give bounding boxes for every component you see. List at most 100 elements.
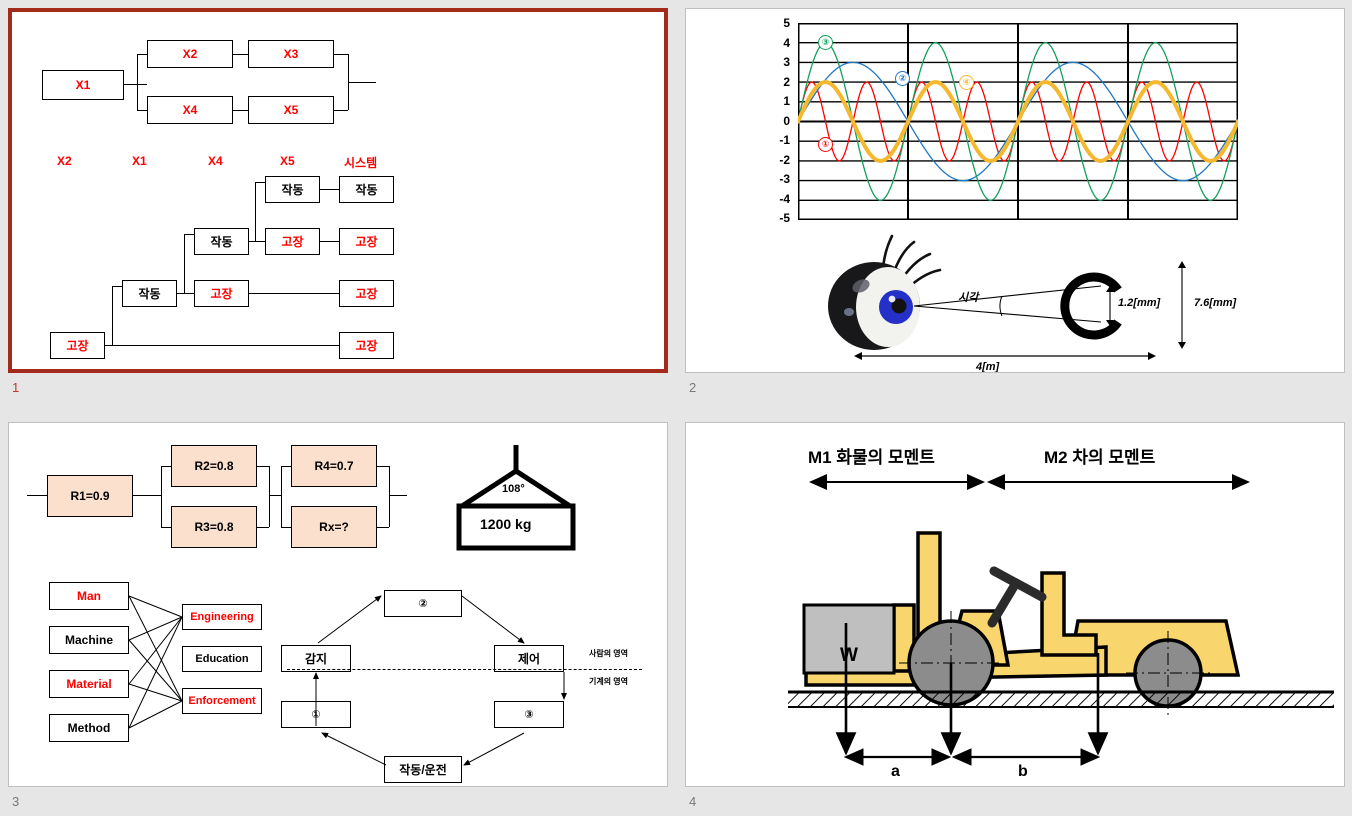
- tree-node-label: 고장: [66, 339, 89, 353]
- arrow-head: [854, 352, 862, 360]
- rbd3-wire: [257, 527, 269, 529]
- tree-edge: [320, 189, 339, 191]
- rbd3-wire: [161, 527, 171, 529]
- human-domain-label: 사람의 영역: [589, 649, 629, 658]
- y-tick: 5: [783, 16, 790, 30]
- slide-sorter-grid: X1 X2 X3 X4 X5 X2 X1 X4 X5 시스템 작동 작동 작동 …: [0, 0, 1352, 816]
- tree-node-label: 고장: [355, 339, 378, 353]
- fourm-label: Method: [67, 721, 111, 735]
- tree-node-x4-fail: 고장: [194, 280, 249, 307]
- y-tick: -2: [779, 152, 790, 167]
- rbd-wire: [233, 54, 248, 56]
- slide-thumbnail-3[interactable]: R1=0.9 R2=0.8 R3=0.8 R4=0.7 Rx=? 108° 12…: [8, 422, 668, 787]
- tree-edge: [249, 293, 339, 295]
- rbd3-wire: [281, 466, 291, 468]
- slide-thumbnail-4[interactable]: M1 화물의 모멘트 M2 차의 모멘트 W a b: [685, 422, 1345, 787]
- tree-edge: [112, 286, 114, 345]
- rbd3-block-label: R2=0.8: [194, 459, 234, 473]
- rbd-block-x2: X2: [147, 40, 233, 68]
- rbd3-wire: [377, 527, 389, 529]
- y-tick: 4: [783, 35, 790, 50]
- rbd3-wire: [269, 495, 281, 497]
- tree-node-label: 작동: [138, 287, 161, 301]
- arrow-head: [1148, 352, 1156, 360]
- rbd-wire: [233, 110, 248, 112]
- slide-number-2: 2: [689, 380, 697, 395]
- tree-node-label: 고장: [210, 287, 233, 301]
- sling-load-label: 1200 kg: [480, 516, 532, 532]
- tree-node-x2-fail: 고장: [50, 332, 105, 359]
- rbd3-wire: [281, 466, 283, 527]
- rbd3-wire: [257, 466, 269, 468]
- tree-header-x2: X2: [57, 154, 72, 168]
- rbd-block-x1-label: X1: [75, 78, 91, 92]
- viewing-distance-label: 4[m]: [976, 361, 1000, 373]
- fourm-label: Material: [66, 677, 112, 691]
- fourm-label: Machine: [64, 633, 113, 647]
- tree-edge: [249, 241, 265, 243]
- waveform-chart: ③ ② ④ ①: [796, 22, 1240, 221]
- threee-box-education: Education: [182, 646, 262, 672]
- tree-edge: [184, 234, 186, 293]
- dim-a-label: a: [891, 763, 900, 780]
- slide-thumbnail-2[interactable]: 5 4 3 2 1 0 -1 -2 -3 -4 -5 ③ ② ④ ① 시각 1.…: [685, 8, 1345, 373]
- rbd3-wire: [269, 466, 271, 527]
- y-tick: -5: [779, 211, 790, 225]
- ring-gap-label: 1.2[mm]: [1118, 297, 1161, 309]
- rbd3-block-r2: R2=0.8: [171, 445, 257, 487]
- rbd3-wire: [27, 495, 47, 497]
- domain-divider-line: [287, 669, 642, 670]
- tree-node-label: 작동: [281, 183, 304, 197]
- slide-cell-3[interactable]: R1=0.9 R2=0.8 R3=0.8 R4=0.7 Rx=? 108° 12…: [8, 422, 668, 809]
- rbd-block-x4: X4: [147, 96, 233, 124]
- y-tick: -1: [779, 133, 790, 147]
- tree-header-x5: X5: [280, 154, 295, 168]
- fourm-label: Man: [77, 589, 101, 603]
- y-tick: -3: [779, 172, 790, 186]
- arrow-head: [1178, 342, 1186, 349]
- rbd3-block-r3: R3=0.8: [171, 506, 257, 548]
- tree-edge: [112, 286, 122, 288]
- slide-cell-4[interactable]: M1 화물의 모멘트 M2 차의 모멘트 W a b 4: [685, 422, 1345, 809]
- rbd-wire: [124, 84, 147, 86]
- fourm-threee-links: [128, 595, 183, 729]
- tree-edge: [255, 182, 265, 184]
- threee-label: Education: [195, 653, 249, 665]
- pupil-highlight: [888, 295, 896, 303]
- rbd3-wire: [161, 466, 171, 468]
- loop-arrows: [313, 595, 567, 766]
- rbd3-wire: [161, 466, 163, 527]
- steering-wheel-bar: [989, 566, 1047, 602]
- rbd3-block-label: Rx=?: [319, 520, 349, 534]
- rbd3-block-label: R4=0.7: [314, 459, 354, 473]
- slide-number-4: 4: [689, 794, 697, 809]
- y-tick: 3: [783, 55, 790, 69]
- tree-header-x1: X1: [132, 154, 147, 168]
- tree-node-label: 작동: [210, 235, 233, 249]
- rbd-wire: [334, 110, 348, 112]
- threee-box-enforcement: Enforcement: [182, 688, 262, 714]
- rbd3-wire: [281, 527, 291, 529]
- slide-cell-1[interactable]: X1 X2 X3 X4 X5 X2 X1 X4 X5 시스템 작동 작동 작동 …: [8, 8, 668, 395]
- machine-domain-label: 기계의 영역: [589, 677, 629, 686]
- rbd3-wire: [389, 466, 391, 527]
- rbd3-wire: [389, 495, 407, 497]
- y-tick: -4: [779, 191, 790, 206]
- slide-thumbnail-1[interactable]: X1 X2 X3 X4 X5 X2 X1 X4 X5 시스템 작동 작동 작동 …: [8, 8, 668, 373]
- tree-node-system-ok: 작동: [339, 176, 394, 203]
- rbd-block-x3-label: X3: [283, 47, 299, 61]
- visual-angle-label: 시각: [958, 292, 979, 304]
- tree-node-x5-fail: 고장: [265, 228, 320, 255]
- tree-edge: [184, 234, 194, 236]
- tree-node-label: 고장: [281, 235, 304, 249]
- threee-label: Enforcement: [188, 695, 256, 707]
- tree-edge: [255, 182, 257, 241]
- fourm-box-man: Man: [49, 582, 129, 610]
- rbd-wire: [137, 110, 147, 112]
- load-weight-label: W: [840, 645, 858, 666]
- y-tick: 0: [783, 113, 790, 128]
- rbd3-block-rx: Rx=?: [291, 506, 377, 548]
- series-marker-1: ①: [818, 137, 833, 152]
- slide-cell-2[interactable]: 5 4 3 2 1 0 -1 -2 -3 -4 -5 ③ ② ④ ① 시각 1.…: [685, 8, 1345, 395]
- rbd-block-x5: X5: [248, 96, 334, 124]
